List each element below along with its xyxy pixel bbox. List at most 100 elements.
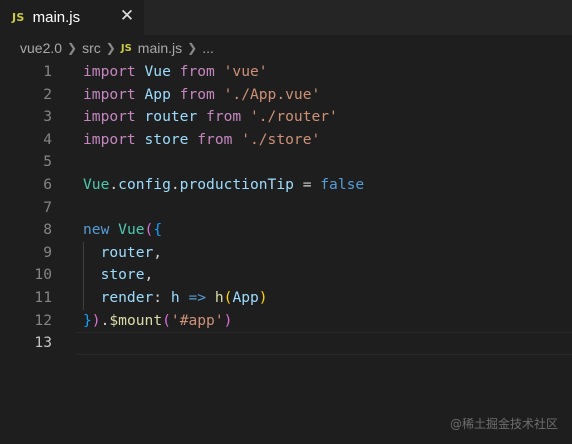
code-text: Vue.config.productionTip = false	[83, 174, 364, 197]
code-token: )	[91, 311, 101, 329]
line-number: 12	[34, 311, 52, 329]
code-editor: JS main.js ✕ vue2.0 ❯ src ❯ JS main.js ❯…	[0, 0, 572, 444]
code-token: import	[83, 130, 136, 148]
code-text: new Vue({	[83, 219, 162, 242]
line-number: 1	[43, 63, 52, 80]
code-token: =>	[188, 288, 207, 306]
code-token: ,	[153, 243, 163, 261]
code-token: router	[100, 243, 154, 261]
code-token: productionTip	[179, 175, 294, 193]
code-token: Vue	[83, 175, 110, 193]
code-token: render	[100, 288, 154, 306]
code-token: )	[223, 311, 233, 329]
line-number: 6	[43, 175, 52, 193]
code-text: import App from './App.vue'	[83, 84, 320, 107]
code-token: .	[109, 175, 119, 193]
code-text: }).$mount('#app')	[83, 310, 232, 333]
code-text: import Vue from 'vue'	[83, 61, 268, 84]
line-number: 5	[43, 153, 52, 171]
code-line[interactable]: 11 render: h => h(App)	[0, 286, 572, 310]
code-token: config	[118, 175, 171, 193]
line-number: 10	[34, 266, 52, 284]
tab-label: main.js	[32, 9, 81, 26]
code-token: './router'	[249, 108, 338, 126]
close-icon[interactable]: ✕	[118, 6, 136, 26]
breadcrumb-item-vue2-folder[interactable]: vue2.0	[20, 40, 62, 56]
code-token: (	[144, 221, 154, 239]
code-text: render: h => h(App)	[83, 287, 268, 310]
code-token: './App.vue'	[223, 85, 321, 103]
breadcrumb-item-main-js[interactable]: main.js	[138, 40, 182, 56]
code-line[interactable]: 6 Vue.config.productionTip = false	[0, 174, 572, 197]
code-line[interactable]: 1 import Vue from 'vue'	[0, 61, 572, 84]
code-token: Vue	[118, 221, 145, 239]
code-line[interactable]: 10 store,	[0, 264, 572, 287]
code-token: =	[293, 175, 321, 193]
code-token: }	[83, 311, 92, 329]
line-number: 11	[34, 288, 52, 306]
code-line[interactable]: 13	[0, 332, 572, 355]
code-line[interactable]: 5	[0, 151, 572, 174]
code-line[interactable]: 4 import store from './store'	[0, 129, 572, 152]
chevron-right-icon: ❯	[187, 41, 198, 55]
tab-main-js[interactable]: JS main.js ✕	[0, 0, 144, 35]
code-line[interactable]: 9 router,	[0, 241, 572, 265]
line-number: 3	[43, 108, 52, 126]
breadcrumb-item-symbols[interactable]: ...	[202, 40, 214, 56]
line-number: 4	[43, 130, 52, 148]
code-token: store	[144, 130, 189, 148]
code-token: ,	[144, 266, 154, 284]
javascript-file-icon: JS	[12, 11, 25, 24]
line-number: 13	[34, 334, 52, 352]
code-token: {	[153, 221, 163, 239]
code-token: new	[83, 221, 110, 239]
code-token: './store'	[241, 130, 321, 148]
code-token: Vue	[144, 63, 171, 80]
code-token: .	[170, 175, 180, 193]
code-line[interactable]: 8 new Vue({	[0, 219, 572, 242]
code-token: from	[197, 130, 233, 148]
code-token: App	[232, 288, 259, 306]
code-token: (	[162, 311, 171, 329]
code-token: import	[83, 85, 136, 103]
code-token: App	[144, 85, 171, 103]
tab-bar: JS main.js ✕	[0, 0, 572, 35]
code-token: import	[83, 108, 136, 126]
chevron-right-icon: ❯	[105, 41, 116, 55]
code-line[interactable]: 7	[0, 197, 572, 220]
code-token: from	[206, 108, 242, 126]
line-number: 2	[43, 85, 52, 103]
code-token: store	[100, 266, 145, 284]
code-token: )	[258, 288, 268, 306]
code-token: $mount	[109, 311, 163, 329]
code-token: from	[179, 85, 215, 103]
code-line[interactable]: 12 }).$mount('#app')	[0, 310, 572, 333]
code-token: 'vue'	[223, 63, 268, 80]
code-token: h	[214, 288, 224, 306]
code-line[interactable]: 2 import App from './App.vue'	[0, 84, 572, 107]
line-number: 7	[43, 198, 52, 216]
code-area[interactable]: 1 import Vue from 'vue' 2 import App from '…	[0, 61, 572, 355]
code-text: import router from './router'	[83, 106, 338, 129]
code-token: router	[144, 108, 198, 126]
code-token: '#app'	[170, 311, 224, 329]
chevron-right-icon: ❯	[67, 41, 78, 55]
code-line[interactable]: 3 import router from './router'	[0, 106, 572, 129]
code-token: import	[83, 63, 136, 80]
code-text: import store from './store'	[83, 129, 320, 152]
breadcrumb-item-src-folder[interactable]: src	[82, 40, 101, 56]
code-text: store,	[83, 264, 154, 287]
